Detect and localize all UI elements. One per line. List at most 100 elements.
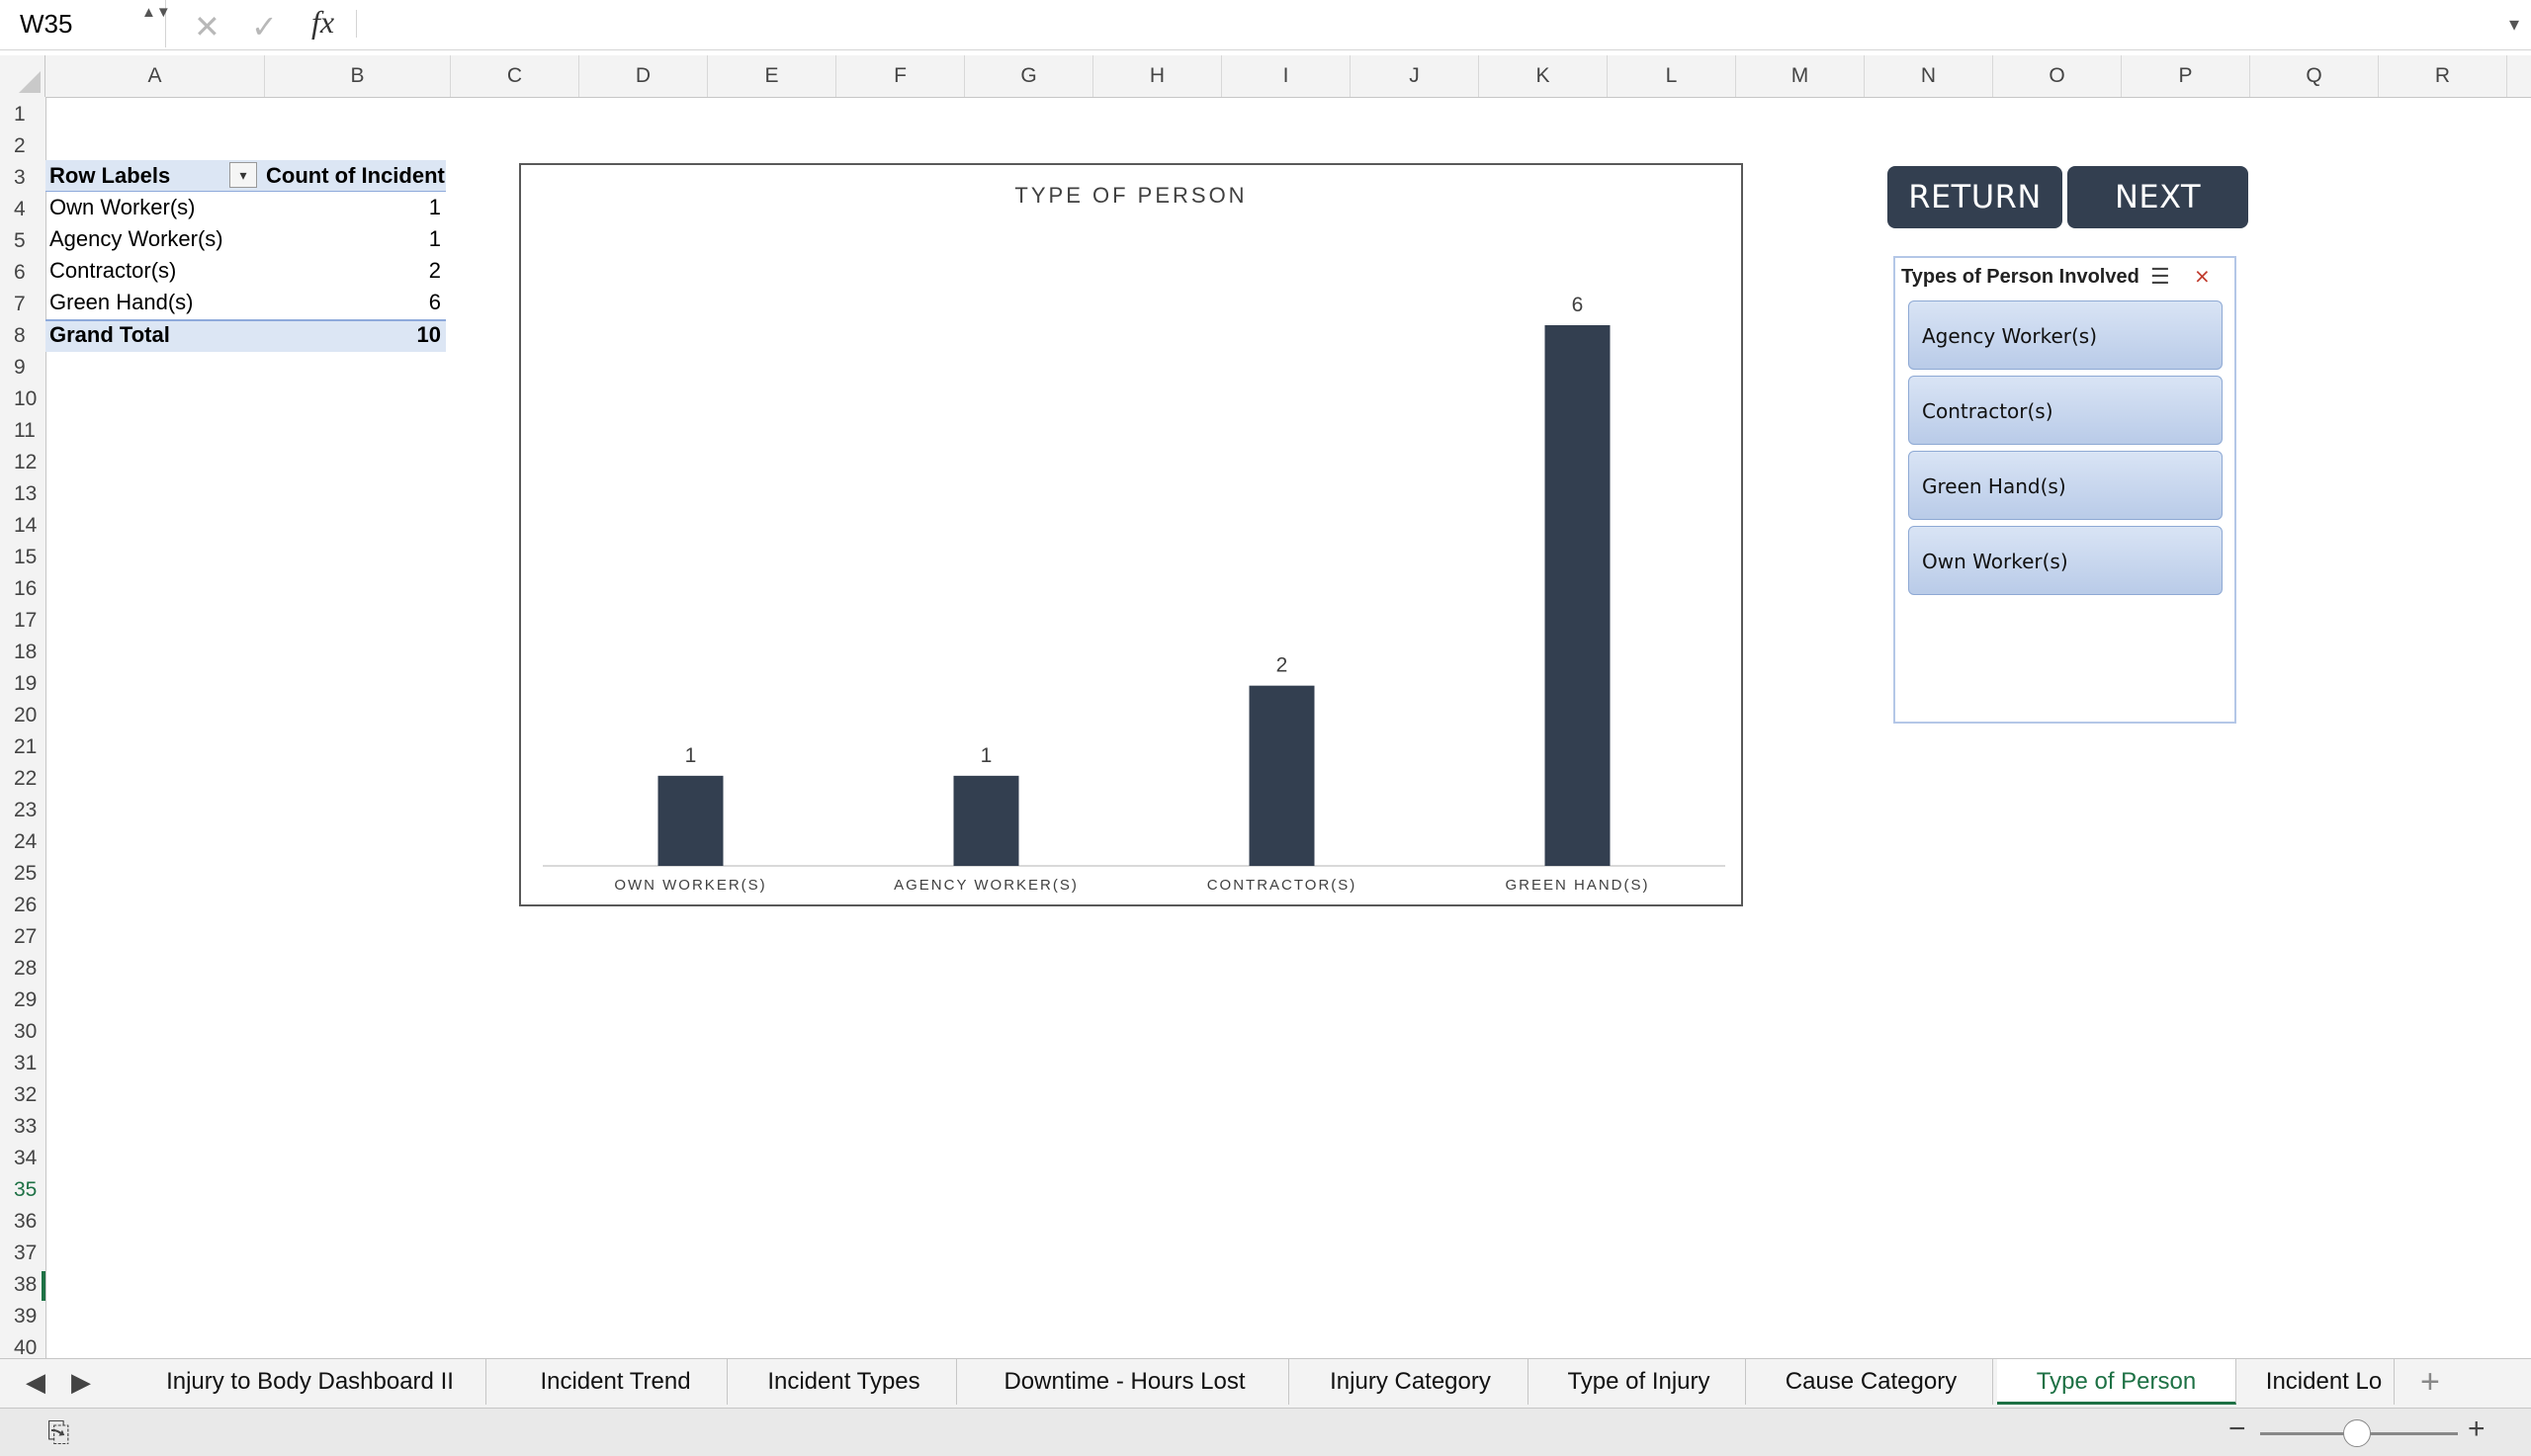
row-header-6[interactable]: 6: [0, 261, 45, 285]
column-header-a[interactable]: A: [45, 55, 265, 97]
row-header-21[interactable]: 21: [0, 735, 45, 759]
add-sheet-icon[interactable]: +: [2420, 1363, 2440, 1402]
row-header-8[interactable]: 8: [0, 324, 45, 348]
column-header-p[interactable]: P: [2122, 55, 2250, 97]
name-box-value[interactable]: W35: [20, 9, 72, 40]
accessibility-icon[interactable]: ⎘: [47, 1416, 69, 1449]
type-of-person-chart[interactable]: TYPE OF PERSON 1 OWN WORKER(S) 1 AGENCY WORK…: [519, 163, 1743, 906]
column-header-b[interactable]: B: [265, 55, 451, 97]
row-header-16[interactable]: 16: [0, 577, 45, 601]
tab-injury-to-body-dashboard-ii[interactable]: Injury to Body Dashboard II: [134, 1359, 486, 1405]
column-header-r[interactable]: R: [2379, 55, 2507, 97]
tab-downtime-hours-lost[interactable]: Downtime - Hours Lost: [961, 1359, 1289, 1405]
column-header-j[interactable]: J: [1351, 55, 1479, 97]
row-header-13[interactable]: 13: [0, 482, 45, 506]
tab-incident-trend[interactable]: Incident Trend: [504, 1359, 728, 1405]
pivot-count-header[interactable]: Count of Incident: [266, 163, 445, 189]
slicer-item-green-hands[interactable]: Green Hand(s): [1908, 451, 2223, 520]
zoom-slider-thumb[interactable]: [2343, 1419, 2371, 1447]
name-box[interactable]: W35 ▲▼: [0, 0, 171, 47]
tab-type-of-person[interactable]: Type of Person: [1997, 1359, 2236, 1405]
select-all-corner[interactable]: [0, 55, 45, 97]
pivot-row-label[interactable]: Contractor(s): [49, 258, 176, 284]
column-header-g[interactable]: G: [965, 55, 1093, 97]
row-header-28[interactable]: 28: [0, 957, 45, 981]
row-header-26[interactable]: 26: [0, 894, 45, 917]
pivot-row-label[interactable]: Green Hand(s): [49, 290, 194, 315]
row-header-29[interactable]: 29: [0, 988, 45, 1012]
column-header-h[interactable]: H: [1093, 55, 1222, 97]
tab-incident-log[interactable]: Incident Lo: [2254, 1359, 2395, 1405]
row-header-11[interactable]: 11: [0, 419, 45, 443]
row-header-31[interactable]: 31: [0, 1052, 45, 1075]
tab-type-of-injury[interactable]: Type of Injury: [1532, 1359, 1746, 1405]
pivot-total-label[interactable]: Grand Total: [49, 322, 170, 348]
row-header-20[interactable]: 20: [0, 704, 45, 728]
row-header-17[interactable]: 17: [0, 609, 45, 633]
return-button[interactable]: RETURN: [1887, 166, 2062, 228]
row-header-35[interactable]: 35: [0, 1178, 45, 1202]
column-header-f[interactable]: F: [836, 55, 965, 97]
row-header-9[interactable]: 9: [0, 356, 45, 380]
row-header-4[interactable]: 4: [0, 198, 45, 221]
row-header-37[interactable]: 37: [0, 1242, 45, 1265]
pivot-row-value[interactable]: 1: [362, 226, 441, 252]
pivot-row-labels-header[interactable]: Row Labels: [49, 163, 170, 189]
column-header-l[interactable]: L: [1608, 55, 1736, 97]
slicer-item-own-workers[interactable]: Own Worker(s): [1908, 526, 2223, 595]
pivot-row-value[interactable]: 2: [362, 258, 441, 284]
column-header-n[interactable]: N: [1865, 55, 1993, 97]
cancel-icon[interactable]: ✕: [194, 8, 220, 45]
row-header-1[interactable]: 1: [0, 103, 45, 127]
row-header-40[interactable]: 40: [0, 1336, 45, 1360]
tab-cause-category[interactable]: Cause Category: [1750, 1359, 1993, 1405]
row-header-36[interactable]: 36: [0, 1210, 45, 1234]
pivot-row-label[interactable]: Own Worker(s): [49, 195, 196, 220]
pivot-total-value[interactable]: 10: [362, 322, 441, 348]
name-box-spinner-icon[interactable]: ▲▼: [141, 4, 171, 22]
row-header-39[interactable]: 39: [0, 1305, 45, 1328]
column-header-k[interactable]: K: [1479, 55, 1608, 97]
row-header-18[interactable]: 18: [0, 641, 45, 664]
row-header-12[interactable]: 12: [0, 451, 45, 474]
pivot-row-value[interactable]: 1: [362, 195, 441, 220]
pivot-row-value[interactable]: 6: [362, 290, 441, 315]
slicer-item-agency-workers[interactable]: Agency Worker(s): [1908, 300, 2223, 370]
next-button[interactable]: NEXT: [2067, 166, 2248, 228]
column-header-c[interactable]: C: [451, 55, 579, 97]
column-header-q[interactable]: Q: [2250, 55, 2379, 97]
expand-formula-icon[interactable]: ▾: [2509, 12, 2519, 37]
row-header-25[interactable]: 25: [0, 862, 45, 886]
row-header-5[interactable]: 5: [0, 229, 45, 253]
row-header-30[interactable]: 30: [0, 1020, 45, 1044]
row-header-22[interactable]: 22: [0, 767, 45, 791]
prev-sheet-icon[interactable]: ◀: [26, 1367, 45, 1398]
row-header-32[interactable]: 32: [0, 1083, 45, 1107]
column-header-m[interactable]: M: [1736, 55, 1865, 97]
next-sheet-icon[interactable]: ▶: [71, 1367, 91, 1398]
column-header-i[interactable]: I: [1222, 55, 1351, 97]
tab-injury-category[interactable]: Injury Category: [1293, 1359, 1528, 1405]
tab-incident-types[interactable]: Incident Types: [732, 1359, 957, 1405]
row-header-38[interactable]: 38: [0, 1273, 45, 1297]
row-header-7[interactable]: 7: [0, 293, 45, 316]
row-header-2[interactable]: 2: [0, 134, 45, 158]
column-header-e[interactable]: E: [708, 55, 836, 97]
row-header-23[interactable]: 23: [0, 799, 45, 822]
row-header-14[interactable]: 14: [0, 514, 45, 538]
column-header-d[interactable]: D: [579, 55, 708, 97]
row-header-33[interactable]: 33: [0, 1115, 45, 1139]
row-header-27[interactable]: 27: [0, 925, 45, 949]
confirm-icon[interactable]: ✓: [251, 8, 278, 45]
slicer-item-contractors[interactable]: Contractor(s): [1908, 376, 2223, 445]
pivot-filter-button[interactable]: ▾: [229, 162, 257, 188]
row-header-34[interactable]: 34: [0, 1147, 45, 1170]
column-header-o[interactable]: O: [1993, 55, 2122, 97]
zoom-in-icon[interactable]: +: [2468, 1413, 2486, 1446]
row-header-19[interactable]: 19: [0, 672, 45, 696]
row-header-10[interactable]: 10: [0, 387, 45, 411]
multi-select-icon[interactable]: ☰: [2150, 264, 2170, 290]
zoom-out-icon[interactable]: −: [2228, 1413, 2246, 1446]
insert-function-icon[interactable]: fx: [311, 4, 334, 41]
pivot-row-label[interactable]: Agency Worker(s): [49, 226, 223, 252]
